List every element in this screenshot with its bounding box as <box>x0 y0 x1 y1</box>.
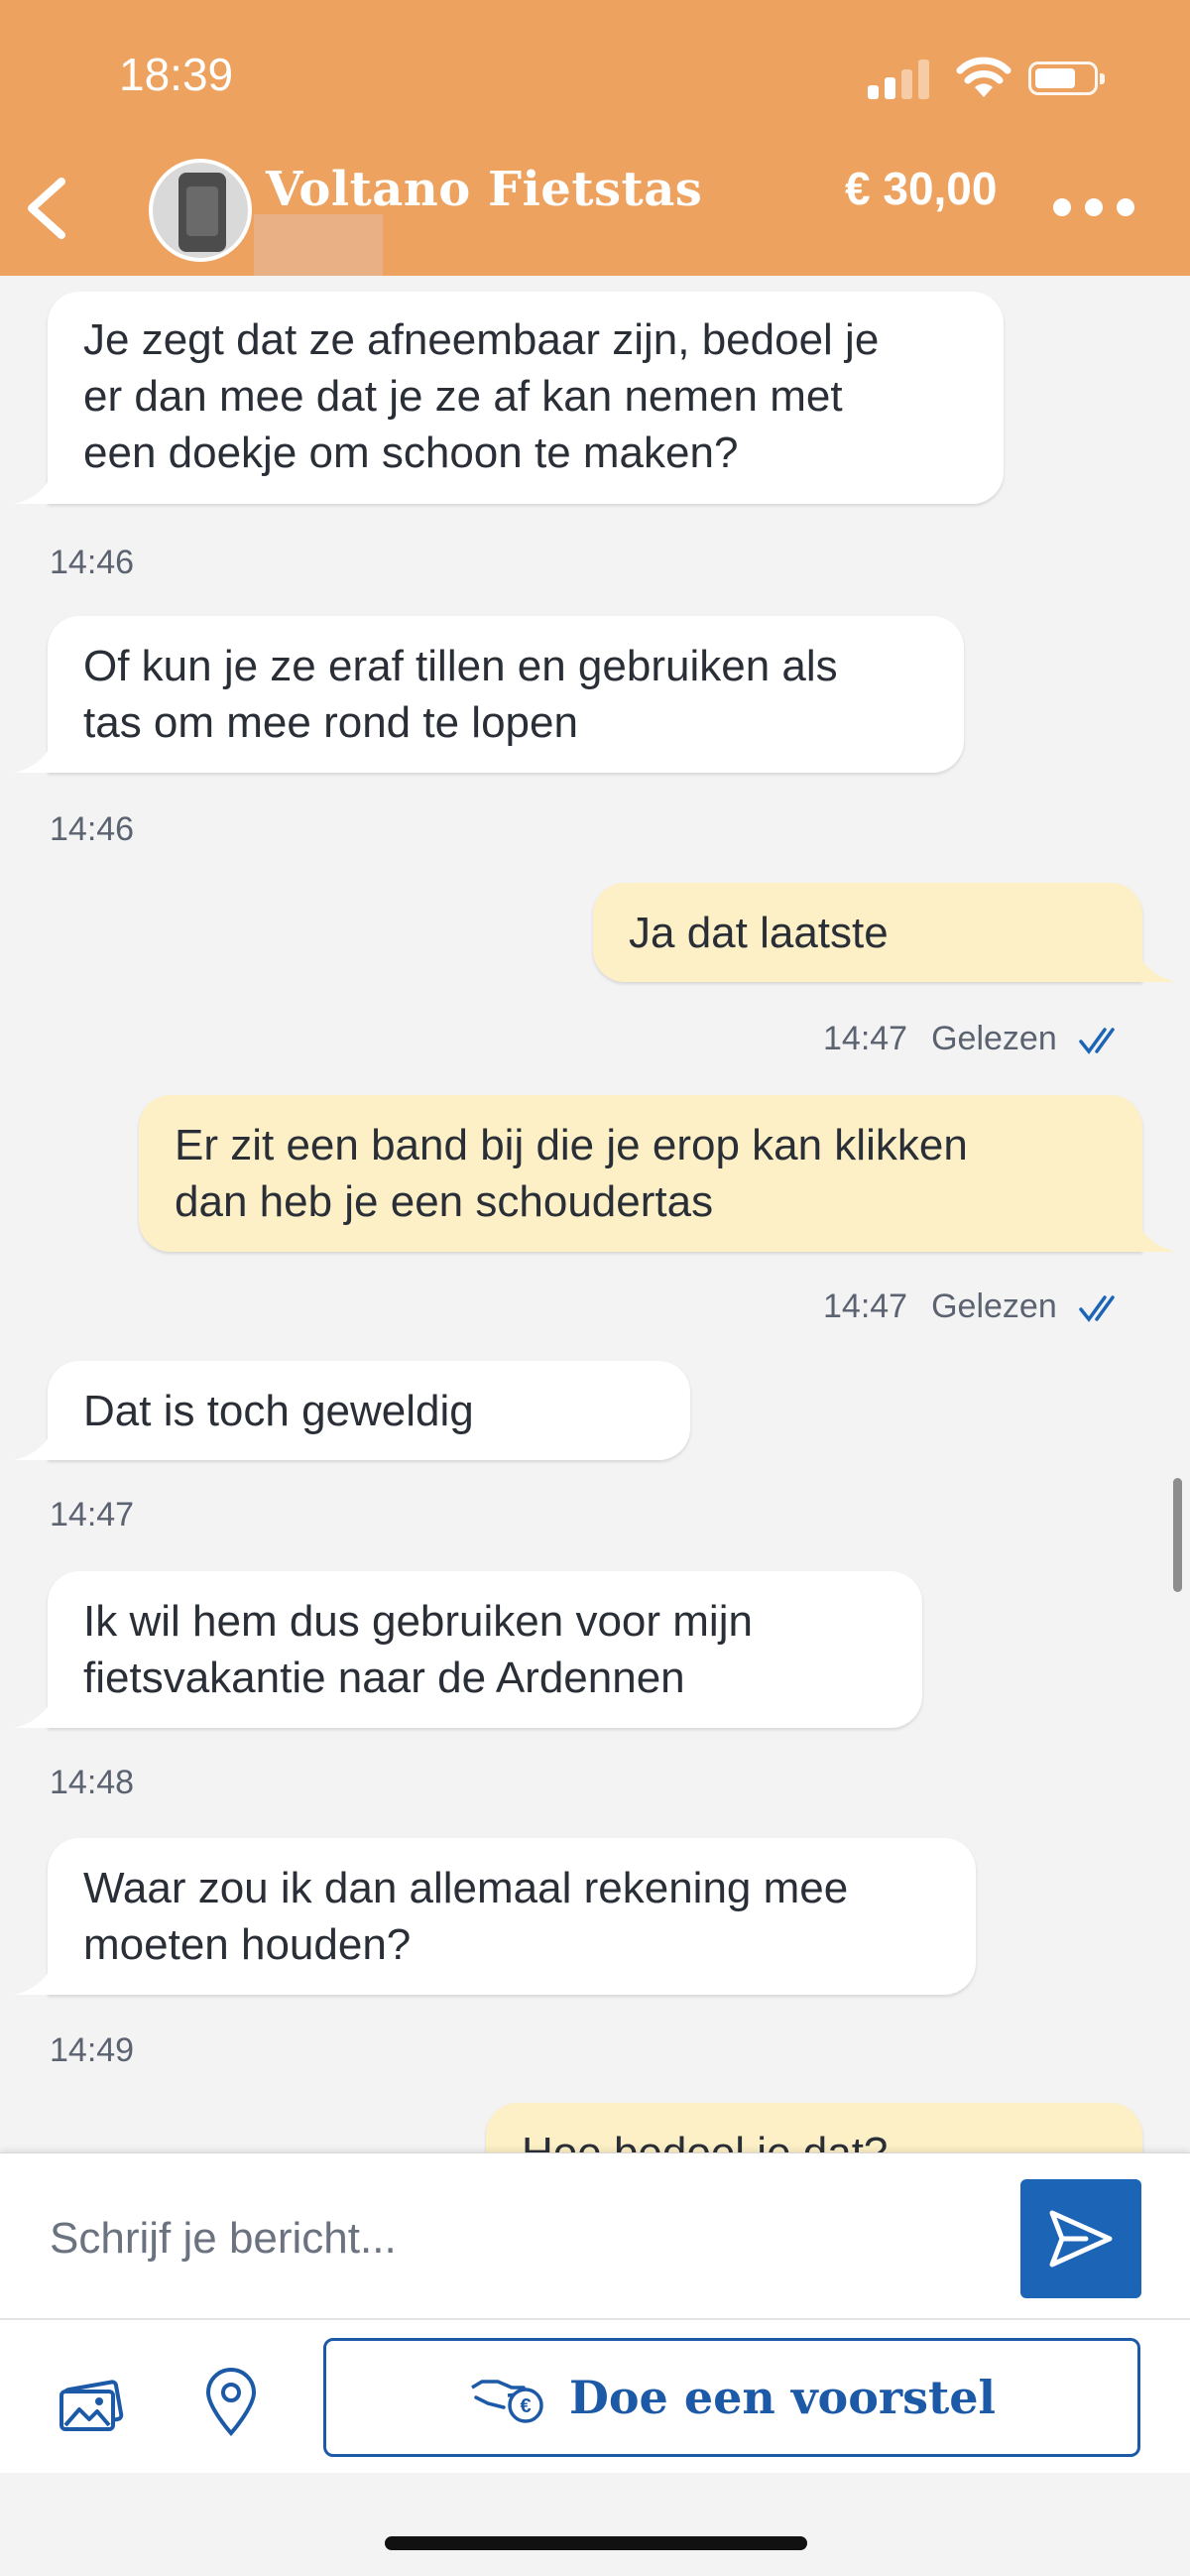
scrollbar[interactable] <box>1173 1478 1182 1592</box>
message-input[interactable] <box>48 2203 984 2274</box>
message-text: Dat is toch geweldig <box>83 1387 474 1435</box>
read-receipt: 14:47 Gelezen <box>823 1020 1123 1058</box>
redacted-label <box>254 214 383 276</box>
message-bubble-incoming[interactable]: Ik wil hem dus gebruiken voor mijn fiets… <box>48 1571 922 1728</box>
page-title[interactable]: Voltano Fietstas <box>266 162 702 217</box>
message-text: Ik wil hem dus gebruiken voor mijn fiets… <box>83 1597 753 1702</box>
battery-icon <box>1028 61 1105 95</box>
message-list[interactable]: Je zegt dat ze afneembaar zijn, bedoel j… <box>0 276 1190 2152</box>
message-bubble-outgoing[interactable]: Er zit een band bij die je erop kan klik… <box>139 1095 1142 1252</box>
cellular-signal-icon <box>868 56 937 99</box>
message-time: 14:48 <box>50 1764 135 1801</box>
message-time: 14:46 <box>50 810 135 848</box>
read-status: Gelezen <box>931 1020 1057 1057</box>
status-time: 18:39 <box>119 49 234 100</box>
message-text: Waar zou ik dan allemaal rekening mee mo… <box>83 1864 849 1969</box>
composer <box>0 2152 1190 2318</box>
action-toolbar: € Doe een voorstel <box>0 2318 1190 2473</box>
location-pin-icon[interactable] <box>196 2368 266 2437</box>
read-receipt: 14:47 Gelezen <box>823 1288 1123 1326</box>
message-text: Je zegt dat ze afneembaar zijn, bedoel j… <box>83 315 880 477</box>
message-text: Er zit een band bij die je erop kan klik… <box>175 1121 968 1226</box>
message-bubble-outgoing[interactable]: Hoe bedoel je dat? <box>486 2103 1142 2152</box>
app-header: 18:39 Voltano Fietstas € 30,00 <box>0 0 1190 276</box>
listing-price: € 30,00 <box>845 163 998 214</box>
message-bubble-incoming[interactable]: Je zegt dat ze afneembaar zijn, bedoel j… <box>48 292 1004 504</box>
message-bubble-outgoing[interactable]: Ja dat laatste <box>593 883 1142 982</box>
message-time: 14:47 <box>823 1020 908 1057</box>
message-time: 14:46 <box>50 544 135 581</box>
send-icon <box>1049 2210 1113 2268</box>
home-indicator[interactable] <box>385 2536 807 2550</box>
make-offer-button[interactable]: € Doe een voorstel <box>323 2338 1140 2457</box>
wifi-icon <box>956 57 1012 97</box>
home-area <box>0 2473 1190 2576</box>
offer-hand-icon: € <box>471 2380 543 2423</box>
send-button[interactable] <box>1020 2179 1141 2298</box>
make-offer-label: Doe een voorstel <box>568 2371 997 2424</box>
message-bubble-incoming[interactable]: Of kun je ze eraf tillen en gebruiken al… <box>48 616 964 773</box>
message-text: Hoe bedoel je dat? <box>522 2125 1107 2152</box>
photo-gallery-icon[interactable] <box>58 2368 127 2437</box>
double-check-icon <box>1078 1028 1115 1054</box>
more-options-button[interactable] <box>1053 198 1134 218</box>
message-bubble-incoming[interactable]: Dat is toch geweldig <box>48 1361 690 1460</box>
read-status: Gelezen <box>931 1288 1057 1325</box>
message-time: 14:49 <box>50 2031 135 2069</box>
message-bubble-incoming[interactable]: Waar zou ik dan allemaal rekening mee mo… <box>48 1838 976 1995</box>
status-icons <box>868 56 1111 105</box>
product-avatar[interactable] <box>149 159 252 262</box>
double-check-icon <box>1078 1295 1115 1322</box>
message-time: 14:47 <box>823 1288 908 1325</box>
message-text: Ja dat laatste <box>629 909 889 957</box>
message-time: 14:47 <box>50 1496 135 1533</box>
back-button[interactable] <box>18 174 77 243</box>
message-text: Of kun je ze eraf tillen en gebruiken al… <box>83 642 838 747</box>
svg-text:€: € <box>520 2395 531 2417</box>
